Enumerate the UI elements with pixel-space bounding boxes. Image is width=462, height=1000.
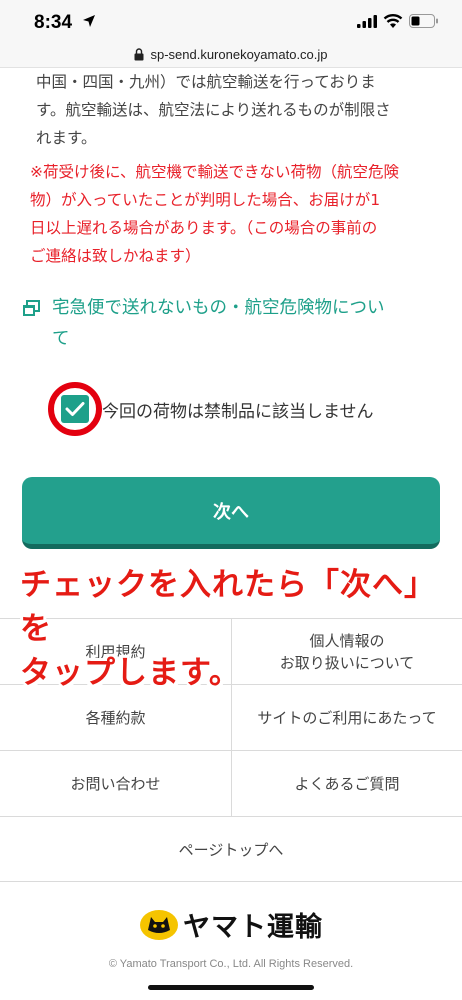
link-line: て bbox=[52, 329, 70, 349]
battery-icon bbox=[409, 14, 438, 28]
checkmark-icon bbox=[65, 402, 85, 416]
cellular-signal-icon bbox=[357, 15, 377, 28]
highlight-circle bbox=[48, 382, 102, 436]
prohibited-confirm-checkbox[interactable] bbox=[61, 395, 89, 423]
instruction-annotation: チェックを入れたら「次へ」を タップします。 bbox=[20, 563, 462, 695]
annotation-line: タップします。 bbox=[20, 655, 241, 691]
prohibited-items-link[interactable]: 宅急便で送れないもの・航空危険物につい て bbox=[22, 293, 442, 355]
black-cat-logo-icon bbox=[140, 909, 178, 940]
notice-line: 中国・四国・九州）では航空輸送を行っておりま bbox=[36, 73, 376, 91]
status-bar: 8:34 bbox=[0, 0, 462, 42]
notice-line: す。航空輸送は、航空法により送れるものが制限さ bbox=[36, 101, 391, 119]
prohibited-confirm-checkbox-row[interactable]: 今回の荷物は禁制品に該当しません bbox=[48, 382, 374, 436]
copyright: © Yamato Transport Co., Ltd. All Rights … bbox=[108, 958, 354, 970]
logo-text: ヤマト運輸 bbox=[183, 912, 323, 943]
lock-icon bbox=[134, 48, 144, 61]
warning-line: ※荷受け後に、航空機で輸送できない荷物（航空危険 bbox=[30, 163, 400, 181]
dangerous-goods-warning: ※荷受け後に、航空機で輸送できない荷物（航空危険 物）が入っていたことが判明した… bbox=[30, 158, 442, 270]
next-button[interactable]: 次へ bbox=[22, 477, 440, 549]
link-line: 宅急便で送れないもの・航空危険物につい bbox=[52, 298, 385, 318]
home-indicator[interactable] bbox=[148, 985, 314, 990]
status-time: 8:34 bbox=[34, 12, 73, 33]
url-text: sp-send.kuronekoyamato.co.jp bbox=[150, 47, 328, 62]
wifi-icon bbox=[383, 14, 403, 28]
yamato-logo: ヤマト運輸 bbox=[0, 905, 462, 944]
footer-link-faq[interactable]: よくあるご質問 bbox=[231, 751, 462, 816]
prohibited-items-link-text[interactable]: 宅急便で送れないもの・航空危険物につい て bbox=[52, 293, 385, 355]
warning-line: 日以上遅れる場合があります。（この場合の事前の bbox=[30, 219, 378, 237]
air-transport-notice: 中国・四国・九州）では航空輸送を行っておりま す。航空輸送は、航空法により送れる… bbox=[36, 68, 441, 152]
warning-line: 物）が入っていたことが判明した場合、お届けが1 bbox=[30, 191, 381, 209]
annotation-line: チェックを入れたら「次へ」を bbox=[20, 567, 436, 647]
page-top-link[interactable]: ページトップへ bbox=[0, 816, 462, 882]
browser-address-bar[interactable]: sp-send.kuronekoyamato.co.jp bbox=[0, 42, 462, 68]
warning-line: ご連絡は致しかねます） bbox=[30, 247, 201, 265]
external-window-icon bbox=[23, 300, 40, 316]
notice-line: れます。 bbox=[36, 129, 97, 147]
location-arrow-icon bbox=[83, 15, 95, 27]
footer-link-contact[interactable]: お問い合わせ bbox=[0, 751, 231, 816]
footer-row: お問い合わせ よくあるご質問 bbox=[0, 750, 462, 816]
checkbox-label[interactable]: 今回の荷物は禁制品に該当しません bbox=[102, 397, 374, 422]
